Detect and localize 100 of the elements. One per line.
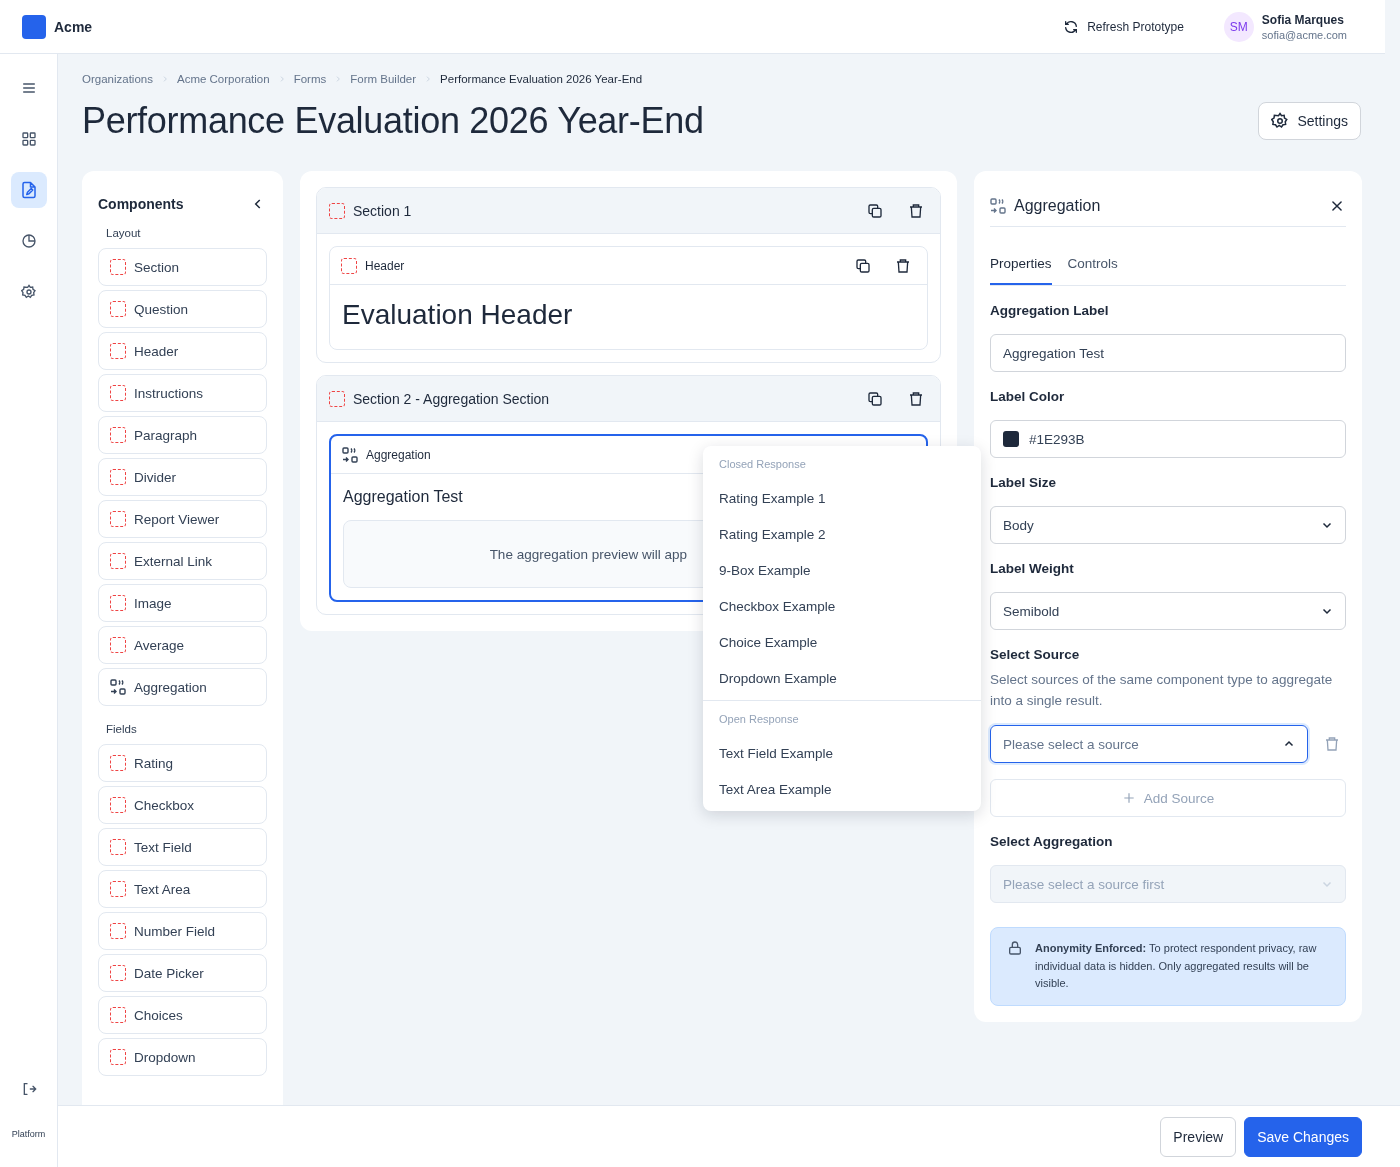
select-field[interactable]: Semibold (990, 592, 1346, 630)
refresh-icon (1063, 18, 1080, 35)
component-item[interactable]: Header (98, 332, 267, 370)
dashed-square-icon (110, 755, 126, 771)
component-item[interactable]: Average (98, 626, 267, 664)
breadcrumb-link[interactable]: Organizations (82, 73, 153, 85)
tab[interactable]: Properties (990, 243, 1052, 285)
component-item[interactable]: Paragraph (98, 416, 267, 454)
select-value: Body (1003, 517, 1034, 533)
color-value: #1E293B (1029, 431, 1085, 447)
menu-group-label: Closed Response (718, 457, 807, 472)
component-item[interactable]: Instructions (98, 374, 267, 412)
user-name: Sofia Marques (1261, 12, 1345, 27)
select-placeholder: Please select a source (1003, 736, 1139, 752)
copy-icon (855, 257, 871, 274)
document-pen-icon (19, 181, 38, 199)
dashed-square-icon (110, 385, 126, 401)
tab[interactable]: Controls (1067, 243, 1118, 285)
section-title: Section 2 - Aggregation Section (353, 390, 550, 407)
aggregation-label: Aggregation Test (343, 488, 463, 506)
user-email: sofia@acme.com (1261, 28, 1347, 41)
grid-icon (20, 131, 37, 147)
source-select[interactable]: Please select a source (990, 725, 1308, 763)
refresh-button[interactable]: Refresh Prototype (1063, 18, 1184, 35)
component-item[interactable]: Image (98, 584, 267, 622)
component-item[interactable]: Rating (98, 744, 267, 782)
dashed-square-icon (110, 1049, 126, 1065)
component-item[interactable]: Text Area (98, 870, 267, 908)
select-value: Semibold (1003, 603, 1060, 619)
component-item[interactable]: Divider (98, 458, 267, 496)
app-name: Acme (54, 18, 93, 35)
dashed-square-icon (110, 427, 126, 443)
close-icon (1330, 198, 1344, 213)
settings-button[interactable]: Settings (1258, 102, 1361, 140)
notice-text: Anonymity Enforced: To protect respondent privacy, raw individual data is hidden. Only aggregated results will be visible. (1035, 941, 1318, 991)
squares-arrow-icon (110, 679, 126, 695)
breadcrumb-link[interactable]: Performance Evaluation 2026 Year-End (440, 73, 643, 85)
component-item[interactable]: Aggregation (98, 668, 267, 706)
form-block[interactable]: Header Evaluation Header (329, 246, 928, 350)
dashed-square-icon (110, 881, 126, 897)
breadcrumb-link[interactable]: Form Builder (350, 73, 417, 85)
menu-item[interactable]: Dropdown Example (703, 660, 981, 696)
dashed-square-icon (110, 301, 126, 317)
dashed-square-icon (110, 553, 126, 569)
dashed-square-icon (110, 797, 126, 813)
logo-icon (22, 14, 46, 39)
color-input[interactable]: #1E293B (990, 420, 1346, 458)
settings-icon (20, 284, 37, 300)
component-item[interactable]: Number Field (98, 912, 267, 950)
field-label: Label Weight (990, 561, 1075, 576)
breadcrumb-link[interactable]: Acme Corporation (176, 73, 270, 85)
dashed-square-icon (110, 923, 126, 939)
field-label: Select Source (990, 647, 1081, 662)
copy-icon (867, 390, 883, 407)
section-title: Section 1 (353, 202, 412, 219)
preview-button[interactable]: Preview (1160, 1116, 1237, 1157)
user-avatar[interactable]: SM (1223, 11, 1254, 42)
component-item[interactable]: Section (98, 248, 267, 286)
text-input[interactable]: Aggregation Test (990, 334, 1346, 372)
breadcrumb-link[interactable]: Forms (293, 73, 327, 85)
menu-item[interactable]: Choice Example (703, 624, 981, 660)
trash-icon (908, 202, 924, 219)
chevron-right-icon (334, 75, 343, 83)
lock-icon (1007, 940, 1023, 956)
dashed-square-icon (341, 257, 357, 274)
component-item[interactable]: Checkbox (98, 786, 267, 824)
rail-label: Platform (11, 1129, 46, 1139)
dashed-square-icon (110, 259, 126, 275)
dashed-square-icon (110, 1007, 126, 1023)
component-item[interactable]: External Link (98, 542, 267, 580)
pie-chart-icon (20, 233, 37, 249)
component-item[interactable]: Text Field (98, 828, 267, 866)
select-field[interactable]: Body (990, 506, 1346, 544)
menu-item[interactable]: Text Area Example (703, 771, 981, 807)
trash-icon (1324, 736, 1340, 752)
component-item[interactable]: Report Viewer (98, 500, 267, 538)
panel-title: Aggregation (1014, 196, 1101, 215)
dashed-square-icon (110, 965, 126, 981)
dashed-square-icon (110, 637, 126, 653)
rail-nav-button[interactable] (10, 172, 47, 208)
dashed-square-icon (110, 469, 126, 485)
block-type-label: Header (365, 258, 405, 273)
field-label: Select Aggregation (990, 834, 1114, 849)
dashed-square-icon (110, 511, 126, 527)
menu-item[interactable]: Text Field Example (703, 735, 981, 771)
save-button[interactable]: Save Changes (1244, 1116, 1362, 1157)
select-placeholder: Please select a source first (1003, 876, 1165, 892)
dashed-square-icon (110, 595, 126, 611)
copy-icon (867, 202, 883, 219)
component-item[interactable]: Choices (98, 996, 267, 1034)
plus-icon (1121, 791, 1136, 805)
panel-title: Components (98, 196, 184, 212)
component-item[interactable]: Dropdown (98, 1038, 267, 1076)
field-label: Label Color (990, 389, 1066, 404)
dashed-square-icon (110, 839, 126, 855)
group-label: Fields (105, 723, 138, 735)
component-item[interactable]: Date Picker (98, 954, 267, 992)
component-item[interactable]: Question (98, 290, 267, 328)
squares-arrow-icon (990, 197, 1006, 214)
field-label: Label Size (990, 475, 1058, 490)
